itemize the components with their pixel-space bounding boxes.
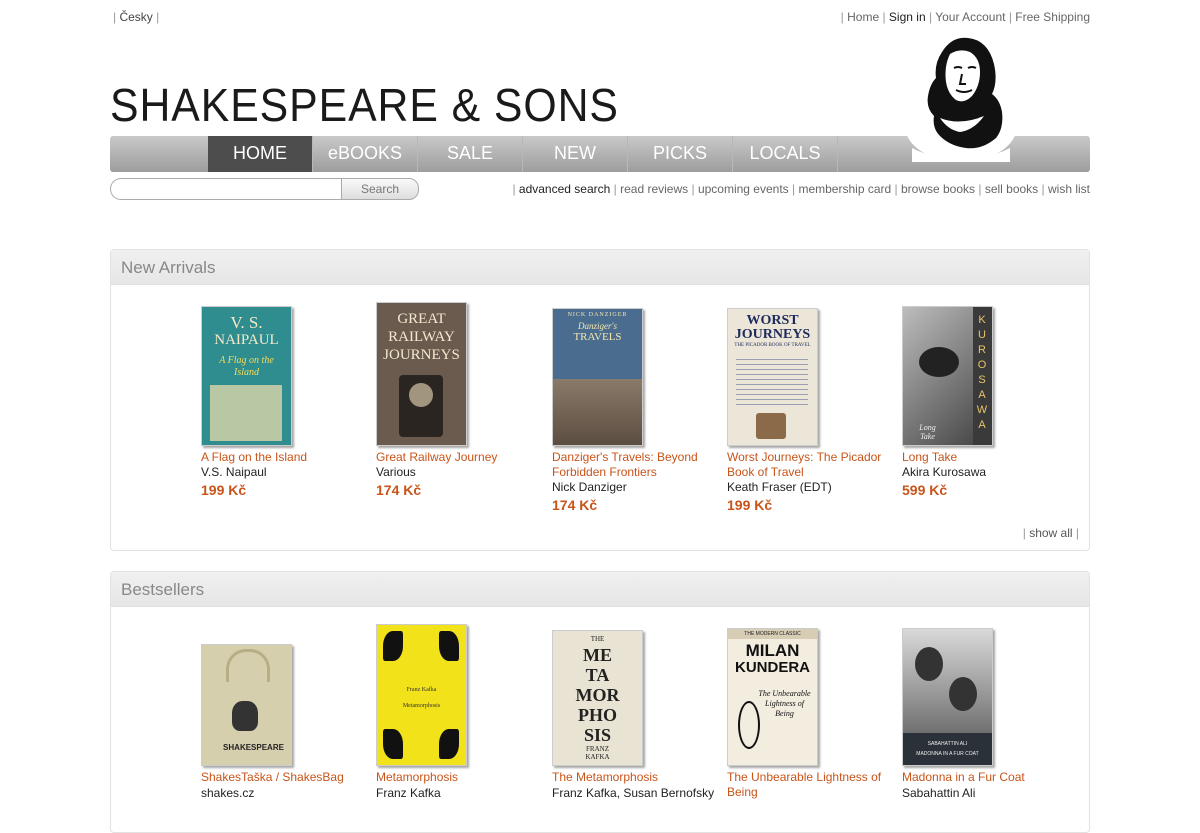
book-cover[interactable]: V. S. NAIPAUL A Flag on the Island <box>201 306 292 446</box>
book-cover[interactable]: GREAT RAILWAY JOURNEYS <box>376 302 467 446</box>
sell-books-link[interactable]: sell books <box>985 182 1038 196</box>
nav-picks[interactable]: PICKS <box>628 136 733 172</box>
wish-list-link[interactable]: wish list <box>1048 182 1090 196</box>
language-link[interactable]: Česky <box>119 10 152 24</box>
cover-text: THE <box>590 635 605 643</box>
book-title-link[interactable]: ShakesTaška / ShakesBag <box>201 770 371 785</box>
cover-text: Island <box>234 367 259 378</box>
cover-text: RAILWAY <box>388 329 455 345</box>
book-price: 199 Kč <box>727 497 773 513</box>
book-title-link[interactable]: Great Railway Journey <box>376 450 546 465</box>
cover-text: KUNDERA <box>735 659 810 676</box>
cover-text: Metamorphosis <box>402 703 441 709</box>
nav-locals[interactable]: LOCALS <box>733 136 838 172</box>
membership-card-link[interactable]: membership card <box>798 182 891 196</box>
cover-text: PHO <box>578 705 617 725</box>
cover-text: A Flag on the <box>219 355 274 366</box>
cover-text: TA <box>585 665 610 685</box>
book-title-link[interactable]: The Metamorphosis <box>552 770 722 785</box>
cover-text: Long <box>919 423 936 432</box>
cover-text: TRAVELS <box>573 331 622 343</box>
cover-text: KAFKA <box>585 753 610 761</box>
book-author: Keath Fraser (EDT) <box>727 480 832 494</box>
sign-in-link[interactable]: Sign in <box>889 10 926 24</box>
cover-text: V. S. <box>230 313 263 332</box>
new-arrivals-panel: New Arrivals V. S. NAIPAUL A Flag on the… <box>110 249 1090 551</box>
search-input[interactable] <box>110 178 342 200</box>
book-author: Sabahattin Ali <box>902 786 976 800</box>
book-title-link[interactable]: Worst Journeys: The Picador Book of Trav… <box>727 450 897 480</box>
free-shipping-link[interactable]: Free Shipping <box>1015 10 1090 24</box>
cover-text: ME <box>583 645 612 665</box>
account-bar: | Home | Sign in | Your Account | Free S… <box>840 10 1090 24</box>
cover-text: NICK DANZIGER <box>567 312 628 318</box>
language-bar: | Česky | <box>113 10 159 24</box>
book-author: Franz Kafka <box>376 786 441 800</box>
advanced-search-link[interactable]: advanced search <box>519 182 610 196</box>
book-author: shakes.cz <box>201 786 255 800</box>
cover-text: Take <box>920 432 935 441</box>
book-cover[interactable]: NICK DANZIGER Danziger's TRAVELS <box>552 308 643 446</box>
show-all-link[interactable]: show all <box>1029 526 1072 540</box>
cover-text: JOURNEYS <box>383 347 460 363</box>
book-author: V.S. Naipaul <box>201 465 267 479</box>
cover-text: The Unbearable Lightness of Being <box>758 689 811 718</box>
book-cover[interactable]: THE MODERN CLASSIC MILAN KUNDERA The Unb… <box>727 628 818 766</box>
cover-text: MADONNA IN A FUR COAT <box>916 751 979 757</box>
book-author: Franz Kafka, Susan Bernofsky <box>552 786 715 800</box>
panel-title: New Arrivals <box>111 250 1089 285</box>
shakespeare-portrait-icon <box>905 37 1017 162</box>
read-reviews-link[interactable]: read reviews <box>620 182 688 196</box>
browse-books-link[interactable]: browse books <box>901 182 975 196</box>
book-cover[interactable]: Franz Kafka Metamorphosis <box>376 624 467 766</box>
book-title-link[interactable]: Danziger's Travels: Beyond Forbidden Fro… <box>552 450 722 480</box>
book-cover[interactable]: THE ME TA MOR PHO SIS FRANZ KAFKA <box>552 630 643 766</box>
cover-text: NAIPAUL <box>214 332 279 348</box>
cover-text: FRANZ <box>586 745 609 753</box>
cover-text: JOURNEYS <box>734 327 811 342</box>
show-all-bar: | show all | <box>1022 526 1079 540</box>
cover-text: SIS <box>583 725 612 745</box>
cover-text: THE PICADOR BOOK OF TRAVEL <box>734 343 811 348</box>
site-logo[interactable]: SHAKESPEARE & SONS <box>110 82 619 128</box>
upcoming-events-link[interactable]: upcoming events <box>698 182 789 196</box>
book-author: Akira Kurosawa <box>902 465 987 479</box>
book-price: 599 Kč <box>902 482 948 498</box>
nav-ebooks[interactable]: eBOOKS <box>313 136 418 172</box>
secondary-links: | advanced search | read reviews | upcom… <box>512 182 1090 196</box>
book-author: Nick Danziger <box>552 480 627 494</box>
nav-sale[interactable]: SALE <box>418 136 523 172</box>
book-price: 174 Kč <box>376 482 422 498</box>
cover-text: MOR <box>575 685 620 705</box>
book-title-link[interactable]: The Unbearable Lightness of Being <box>727 770 897 800</box>
panel-title: Bestsellers <box>111 572 1089 607</box>
book-author: Various <box>376 465 416 479</box>
bestsellers-panel: Bestsellers SHAKESPEARE ShakesTaška / Sh… <box>110 571 1090 833</box>
nav-home[interactable]: HOME <box>208 136 313 172</box>
cover-text: MILAN <box>745 641 800 660</box>
cover-text: GREAT <box>397 311 446 327</box>
cover-text: Danziger's <box>578 321 617 331</box>
book-cover[interactable]: SABAHATTIN ALI MADONNA IN A FUR COAT <box>902 628 993 766</box>
book-title-link[interactable]: Metamorphosis <box>376 770 546 785</box>
home-link[interactable]: Home <box>847 10 879 24</box>
book-price: 174 Kč <box>552 497 598 513</box>
book-title-link[interactable]: Long Take <box>902 450 1072 465</box>
your-account-link[interactable]: Your Account <box>935 10 1005 24</box>
book-title-link[interactable]: A Flag on the Island <box>201 450 371 465</box>
cover-text: Franz Kafka <box>406 687 437 693</box>
book-cover[interactable]: KUROSAWA Long Take <box>902 306 993 446</box>
cover-text: THE MODERN CLASSIC <box>744 631 801 637</box>
nav-new[interactable]: NEW <box>523 136 628 172</box>
book-title-link[interactable]: Madonna in a Fur Coat <box>902 770 1072 785</box>
book-cover[interactable]: WORST JOURNEYS THE PICADOR BOOK OF TRAVE… <box>727 308 818 446</box>
separator: | <box>152 10 160 24</box>
cover-text: KUROSAWA <box>976 314 988 431</box>
book-cover[interactable]: SHAKESPEARE <box>201 644 292 766</box>
book-price: 199 Kč <box>201 482 247 498</box>
cover-text: SHAKESPEARE <box>223 743 284 752</box>
cover-text: SABAHATTIN ALI <box>927 741 968 747</box>
search-button[interactable]: Search <box>341 178 419 200</box>
